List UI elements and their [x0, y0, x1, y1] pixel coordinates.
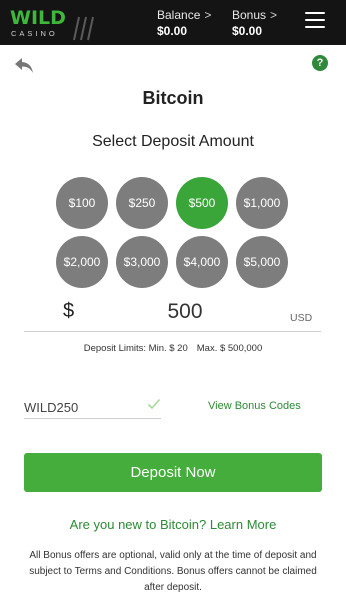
- page-title: Bitcoin: [142, 88, 204, 108]
- amount-option[interactable]: $1,000: [236, 177, 288, 229]
- bonus-code-underline: [24, 418, 161, 419]
- amount-option[interactable]: $100: [56, 177, 108, 229]
- question-circle-icon[interactable]: ?: [312, 55, 328, 71]
- amount-option[interactable]: $2,000: [56, 236, 108, 288]
- balance-label: Balance: [157, 8, 201, 22]
- checkmark-icon: [147, 398, 161, 410]
- bonus-code-input[interactable]: [24, 396, 142, 418]
- undo-arrow-icon[interactable]: [13, 57, 35, 75]
- amount-option[interactable]: $3,000: [116, 236, 168, 288]
- currency-symbol: $: [63, 300, 75, 322]
- learn-more-link[interactable]: Are you new to Bitcoin? Learn More: [0, 517, 346, 532]
- amount-option[interactable]: $5,000: [236, 236, 288, 288]
- bonus-label: Bonus: [232, 8, 267, 22]
- max-limit: Max. $ 500,000: [196, 343, 263, 354]
- amount-option[interactable]: $500: [176, 177, 228, 229]
- chevron-right-icon: >: [270, 8, 278, 22]
- amount-underline: [24, 331, 321, 332]
- view-bonus-codes-link[interactable]: View Bonus Codes: [208, 400, 301, 412]
- logo-subtitle: CASINO: [11, 29, 58, 38]
- bonus-display[interactable]: Bonus > $0.00: [232, 7, 277, 39]
- chevron-right-icon: >: [204, 8, 212, 22]
- bonus-value: $0.00: [232, 24, 263, 38]
- min-limit: Deposit Limits: Min. $ 20: [83, 343, 188, 354]
- deposit-now-button[interactable]: Deposit Now: [24, 453, 322, 492]
- amount-options: $100 $250 $500 $1,000 $2,000 $3,000 $4,0…: [54, 175, 294, 290]
- amount-option[interactable]: $250: [116, 177, 168, 229]
- balance-display[interactable]: Balance > $0.00: [157, 7, 211, 39]
- top-header: WILD CASINO Balance > $0.00 Bonus > $0.00: [0, 0, 346, 45]
- currency-code: USD: [290, 312, 313, 324]
- wild-casino-logo[interactable]: WILD CASINO: [10, 7, 94, 41]
- deposit-limits: Deposit Limits: Min. $ 20 Max. $ 500,000: [0, 343, 346, 354]
- bonus-disclaimer: All Bonus offers are optional, valid onl…: [29, 550, 317, 593]
- amount-option[interactable]: $4,000: [176, 236, 228, 288]
- deposit-amount-input[interactable]: [100, 297, 270, 327]
- hamburger-menu-icon[interactable]: [305, 12, 325, 30]
- claw-scratch-icon: [73, 16, 94, 41]
- balance-value: $0.00: [157, 24, 188, 38]
- deposit-amount-heading: Select Deposit Amount: [92, 133, 254, 150]
- logo-wordmark: WILD: [10, 7, 66, 29]
